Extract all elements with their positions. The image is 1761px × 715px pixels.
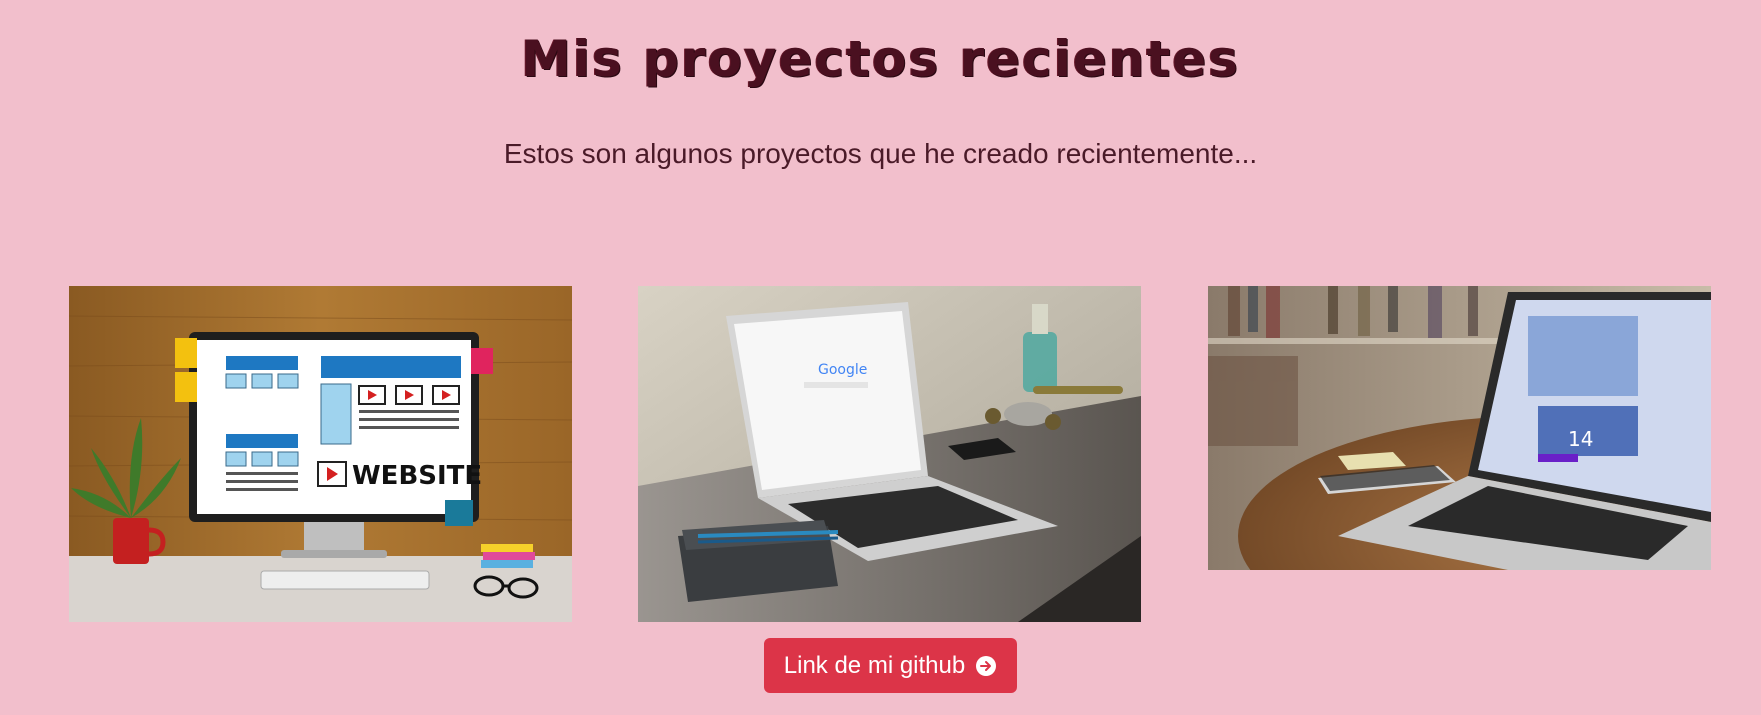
- round-table-laptop-image: 14: [1208, 286, 1711, 570]
- website-monitor-image: WEBSITE: [69, 286, 572, 622]
- website-screen-text: WEBSITE: [352, 461, 482, 491]
- github-button-label: Link de mi github: [783, 651, 966, 679]
- page-title: Mis proyectos recientes: [521, 30, 1240, 88]
- google-screen-text: Google: [818, 362, 867, 378]
- arrow-right-circle-icon: [975, 655, 997, 677]
- project-image-google-laptop[interactable]: Google: [638, 286, 1141, 622]
- page-subtitle: Estos son algunos proyectos que he cread…: [503, 138, 1258, 169]
- github-link-button[interactable]: Link de mi github: [764, 638, 1017, 693]
- project-image-round-table-laptop[interactable]: 14: [1208, 286, 1711, 570]
- google-laptop-image: Google: [638, 286, 1141, 622]
- project-image-website[interactable]: WEBSITE: [69, 286, 572, 622]
- round-table-screen-text: 14: [1568, 427, 1593, 451]
